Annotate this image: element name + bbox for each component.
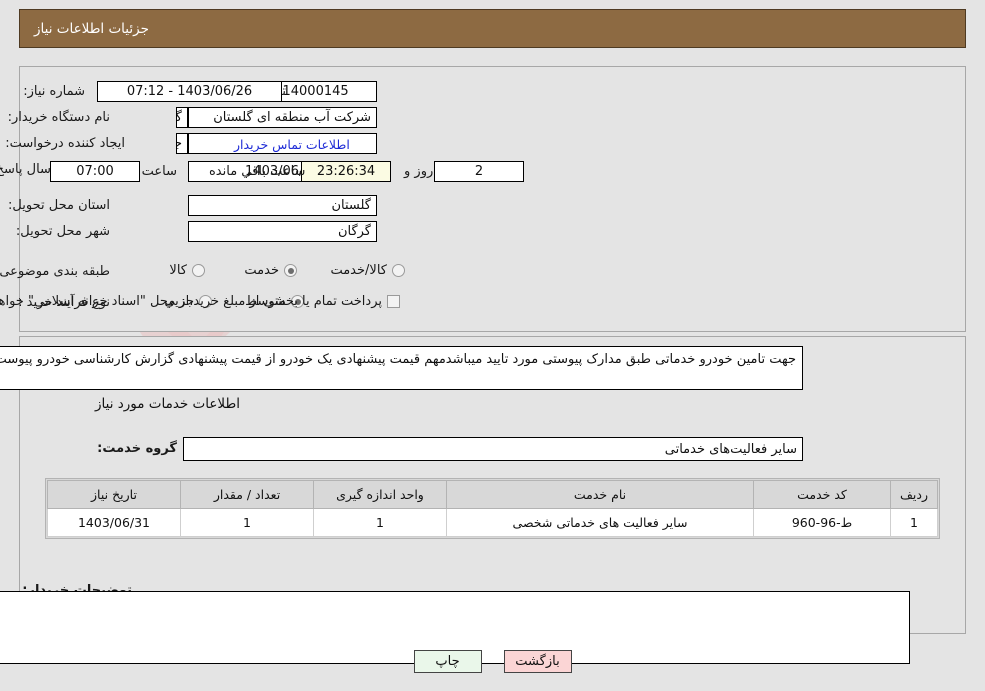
table-row[interactable]: 1 ط-96-960 سایر فعالیت های خدماتی شخصی 1… (47, 508, 938, 537)
cell-qty: 1 (180, 508, 314, 537)
creator-value-full: جمشید چشک کاربرداز شرکت آب منطقه ای گلست… (176, 133, 188, 154)
countdown-value: 23:26:34 (301, 161, 391, 182)
remaining-label: ساعت باقي مانده (209, 164, 306, 179)
footer-actions: بازگشت چاپ (0, 650, 985, 673)
table-header-row: ردیف کد خدمت نام خدمت واحد اندازه گیری ت… (47, 480, 938, 509)
need-summary-panel (19, 66, 966, 332)
cell-code: ط-96-960 (753, 508, 891, 537)
category-option-khedmat[interactable]: خدمت (244, 263, 297, 278)
service-group-value: سایر فعالیت‌های خدماتی (183, 437, 803, 461)
treasury-checkbox-row[interactable]: پرداخت تمام یا بخشی از مبلغ خرید،از محل … (0, 294, 400, 309)
services-heading: اطلاعات خدمات مورد نیاز (95, 396, 240, 412)
province-label: استان محل تحویل: (8, 198, 110, 213)
cell-unit: 1 (313, 508, 447, 537)
creator-label: ایجاد کننده درخواست: (5, 136, 125, 151)
page-header: جزئیات اطلاعات نیاز (19, 9, 966, 48)
days-label: روز و (404, 164, 434, 179)
buyer-contact-link[interactable]: اطلاعات تماس خریدار (234, 137, 350, 152)
back-button[interactable]: بازگشت (503, 650, 572, 673)
days-value: 2 (434, 161, 524, 182)
th-qty: تعداد / مقدار (180, 480, 314, 509)
buyer-org-value-continued: گلستان (176, 107, 188, 128)
hour-value: 07:00 (50, 161, 140, 182)
services-table: ردیف کد خدمت نام خدمت واحد اندازه گیری ت… (45, 478, 940, 539)
category-option-kala-label: کالا (169, 263, 187, 278)
buyer-org-value: شرکت آب منطقه ای گلستان (188, 107, 377, 128)
announce-value: 1403/06/26 - 07:12 (97, 81, 282, 102)
city-label: شهر محل تحویل: (15, 224, 110, 239)
category-option-kala-khedmat[interactable]: کالا/خدمت (330, 263, 405, 278)
treasury-checkbox-label: پرداخت تمام یا بخشی از مبلغ خرید،از محل … (0, 294, 382, 309)
cell-row: 1 (890, 508, 938, 537)
page-title: جزئیات اطلاعات نیاز (34, 20, 149, 37)
category-option-khedmat-label: خدمت (244, 263, 279, 278)
radio-kala[interactable] (192, 264, 205, 277)
radio-khedmat[interactable] (284, 264, 297, 277)
cell-date: 1403/06/31 (47, 508, 181, 537)
service-group-label: گروه خدمت: (97, 441, 177, 456)
buyer-org-label: نام دستگاه خریدار: (7, 110, 110, 125)
city-value: گرگان (188, 221, 377, 242)
th-date: تاریخ نیاز (47, 480, 181, 509)
need-number-label: شماره نیاز: (23, 84, 85, 99)
category-option-kala-khedmat-label: کالا/خدمت (330, 263, 387, 278)
category-option-kala[interactable]: کالا (169, 263, 205, 278)
print-button[interactable]: چاپ (413, 650, 482, 673)
treasury-checkbox[interactable] (387, 295, 400, 308)
cell-name: سایر فعالیت های خدماتی شخصی (446, 508, 754, 537)
general-description-text: جهت تامین خودرو خدماتی طبق مدارک پیوستی … (0, 352, 796, 367)
th-name: نام خدمت (446, 480, 754, 509)
hour-label: ساعت (141, 164, 177, 179)
th-row: ردیف (890, 480, 938, 509)
th-unit: واحد اندازه گیری (313, 480, 447, 509)
general-description-textarea[interactable]: جهت تامین خودرو خدماتی طبق مدارک پیوستی … (0, 346, 803, 390)
province-value: گلستان (188, 195, 377, 216)
category-label: طبقه بندی موضوعی: (0, 264, 110, 279)
radio-kala-khedmat[interactable] (392, 264, 405, 277)
th-code: کد خدمت (753, 480, 891, 509)
